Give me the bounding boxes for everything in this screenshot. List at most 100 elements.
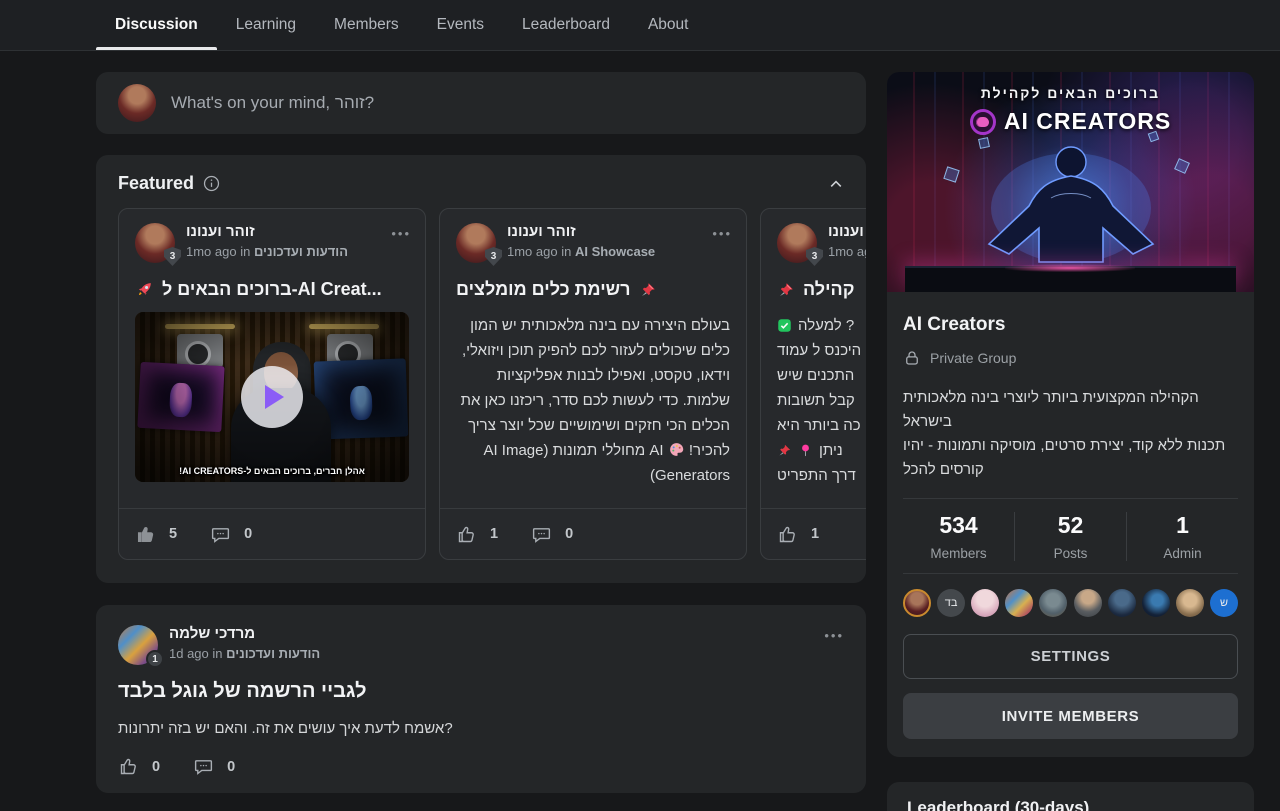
comment-control[interactable]: 0 (531, 524, 573, 545)
video-thumbnail[interactable]: אהלן חברים, ברוכים הבאים ל-AI CREATORS! (135, 312, 409, 482)
space-link[interactable]: הודעות ועדכונים (254, 244, 348, 259)
stat-posts[interactable]: 52 Posts (1014, 512, 1126, 561)
comment-icon[interactable] (531, 524, 552, 545)
tab-events[interactable]: Events (418, 0, 503, 50)
post-meta: 1d ago in הודעות ועדכונים (169, 646, 813, 661)
like-control[interactable]: 1 (456, 524, 498, 545)
pushpin-emoji-icon (639, 281, 657, 299)
thumbs-up-icon[interactable] (777, 524, 798, 545)
group-stats: 534 Members 52 Posts 1 Admin (903, 499, 1238, 573)
banner-figure (931, 128, 1211, 278)
palette-emoji-icon (668, 441, 685, 458)
author-name[interactable]: זוהר וענונו (507, 223, 701, 240)
member-avatar[interactable] (1005, 589, 1033, 617)
featured-section: Featured 3 (96, 155, 866, 583)
thumbs-up-icon[interactable] (456, 524, 477, 545)
top-navigation: Discussion Learning Members Events Leade… (0, 0, 1280, 51)
member-avatar[interactable] (1074, 589, 1102, 617)
group-sidebar: ברוכים הבאים לקהילת AI CREATORS AI Creat… (887, 72, 1254, 811)
like-count: 5 (169, 526, 177, 542)
group-cover-image[interactable]: ברוכים הבאים לקהילת AI CREATORS (887, 72, 1254, 292)
comment-control[interactable]: 0 (210, 524, 252, 545)
comment-control[interactable]: 0 (193, 756, 235, 777)
tab-discussion[interactable]: Discussion (96, 0, 217, 50)
community-page: Discussion Learning Members Events Leade… (0, 0, 1280, 811)
featured-heading: Featured (118, 173, 194, 194)
author-name[interactable]: זוהר וענונו (186, 223, 380, 240)
author-name[interactable]: זוהר וענונו (828, 223, 866, 240)
like-control[interactable]: 0 (118, 756, 160, 777)
round-pin-emoji-icon (798, 443, 813, 458)
post-meta: 1mo ago in הודעות ועדכונים (186, 244, 380, 259)
featured-cards-row[interactable]: 3 זוהר וענונו 1mo ago in הודעות ועדכונים… (96, 208, 866, 560)
video-caption: אהלן חברים, ברוכים הבאים ל-AI CREATORS! (135, 466, 409, 476)
featured-card-community[interactable]: 3 זוהר וענונו 1mo ago in קהילה (760, 208, 866, 560)
post-menu-icon[interactable]: ••• (712, 223, 732, 263)
group-name: AI Creators (903, 314, 1238, 336)
group-tabs: Discussion Learning Members Events Leade… (96, 0, 707, 50)
post-body: אשמח לדעת איך עושים את זה. והאם יש בזה י… (118, 720, 844, 737)
leaderboard-heading: Leaderboard (30-days) (907, 798, 1234, 811)
group-info-card: ברוכים הבאים לקהילת AI CREATORS AI Creat… (887, 72, 1254, 757)
like-control[interactable]: 5 (135, 524, 177, 545)
comment-count: 0 (565, 526, 573, 542)
lock-icon (903, 349, 921, 367)
post-title[interactable]: ברוכים הבאים ל-AI Creat... (162, 279, 382, 300)
member-avatar[interactable]: בד (937, 589, 965, 617)
member-avatar[interactable] (1108, 589, 1136, 617)
author-name[interactable]: מרדכי שלמה (169, 625, 813, 642)
like-control[interactable]: 1 (777, 524, 819, 545)
info-icon[interactable] (203, 175, 220, 192)
comment-icon[interactable] (210, 524, 231, 545)
post-meta: 1mo ago in (828, 244, 866, 259)
banner-brand-text: AI CREATORS (1004, 108, 1171, 135)
member-avatar-row: בד ש (903, 589, 1238, 617)
member-avatar[interactable] (903, 589, 931, 617)
thumbs-up-icon[interactable] (118, 756, 139, 777)
featured-card-tools[interactable]: 3 זוהר וענונו 1mo ago in AI Showcase •••… (439, 208, 747, 560)
post-menu-icon[interactable]: ••• (824, 625, 844, 665)
comment-count: 0 (227, 759, 235, 775)
stat-admin[interactable]: 1 Admin (1126, 512, 1238, 561)
tab-members[interactable]: Members (315, 0, 418, 50)
tab-about[interactable]: About (629, 0, 708, 50)
post-composer[interactable]: What's on your mind, זוהר? (96, 72, 866, 134)
post-title[interactable]: רשימת כלים מומלצים (456, 279, 631, 300)
tab-leaderboard[interactable]: Leaderboard (503, 0, 629, 50)
post-menu-icon[interactable]: ••• (391, 223, 411, 263)
post-title[interactable]: קהילה (803, 279, 854, 300)
post-title[interactable]: לגביי הרשמה של גוגל בלבד (118, 680, 844, 703)
invite-members-button[interactable]: INVITE MEMBERS (903, 693, 1238, 739)
like-count: 1 (811, 526, 819, 542)
group-description: הקהילה המקצועית ביותר ליוצרי בינה מלאכות… (903, 386, 1238, 482)
play-button[interactable] (241, 366, 303, 428)
member-avatar[interactable] (1039, 589, 1067, 617)
tab-learning[interactable]: Learning (217, 0, 315, 50)
space-link[interactable]: הודעות ועדכונים (226, 646, 320, 661)
brain-logo-icon (970, 109, 996, 135)
post-body: בעולם היצירה עם בינה מלאכותית יש המון כל… (440, 300, 746, 488)
space-link[interactable]: AI Showcase (575, 244, 655, 259)
composer-prompt[interactable]: What's on your mind, זוהר? (171, 93, 374, 113)
like-count: 1 (490, 526, 498, 542)
post-body: למעלה ? היכנס ל עמוד התכנים שיש קבל תשוב… (761, 300, 866, 488)
banner-welcome-text: ברוכים הבאים לקהילת (887, 85, 1254, 101)
featured-card-welcome[interactable]: 3 זוהר וענונו 1mo ago in הודעות ועדכונים… (118, 208, 426, 560)
divider (903, 573, 1238, 574)
thumbs-up-icon[interactable] (135, 524, 156, 545)
member-avatar[interactable] (1176, 589, 1204, 617)
post-meta: 1mo ago in AI Showcase (507, 244, 701, 259)
member-avatar[interactable] (971, 589, 999, 617)
stat-members[interactable]: 534 Members (903, 512, 1014, 561)
current-user-avatar (118, 84, 156, 122)
comment-count: 0 (244, 526, 252, 542)
settings-button[interactable]: SETTINGS (903, 634, 1238, 679)
like-count: 0 (152, 759, 160, 775)
rocket-emoji-icon (135, 280, 154, 299)
member-avatar[interactable] (1142, 589, 1170, 617)
pushpin-emoji-icon (777, 281, 795, 299)
comment-icon[interactable] (193, 756, 214, 777)
member-avatar[interactable]: ש (1210, 589, 1238, 617)
feed-post[interactable]: 1 מרדכי שלמה 1d ago in הודעות ועדכונים •… (96, 605, 866, 793)
collapse-chevron-up-icon[interactable] (828, 176, 844, 192)
